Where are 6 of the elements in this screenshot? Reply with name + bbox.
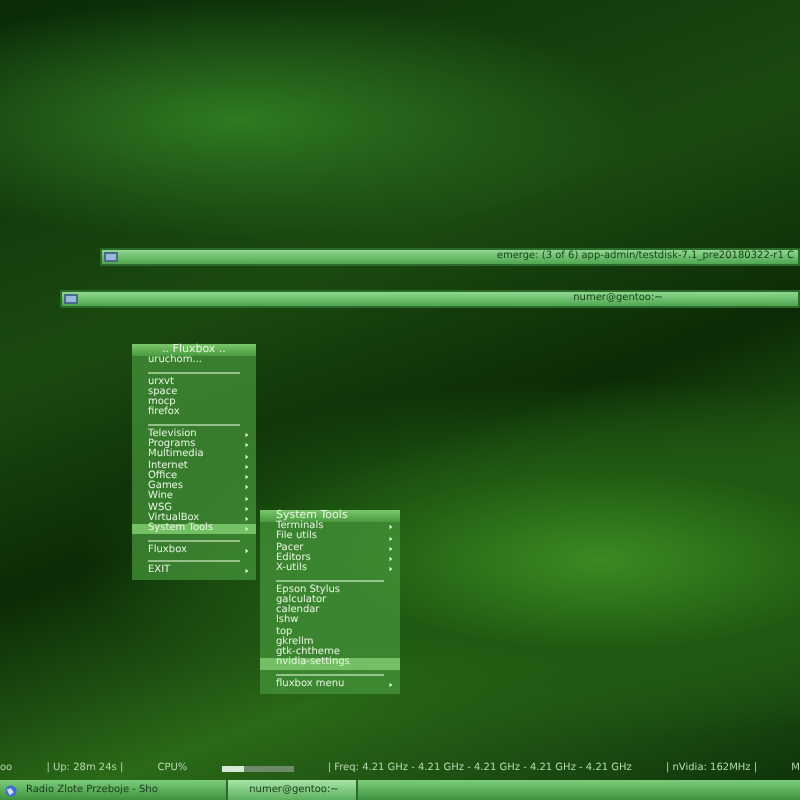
- window-button[interactable]: [104, 252, 118, 262]
- arrow-icon: [388, 682, 394, 689]
- arrow-icon: [244, 568, 250, 575]
- window-button[interactable]: [64, 294, 78, 304]
- globe-icon[interactable]: [4, 783, 18, 797]
- arrow-icon: [244, 547, 250, 554]
